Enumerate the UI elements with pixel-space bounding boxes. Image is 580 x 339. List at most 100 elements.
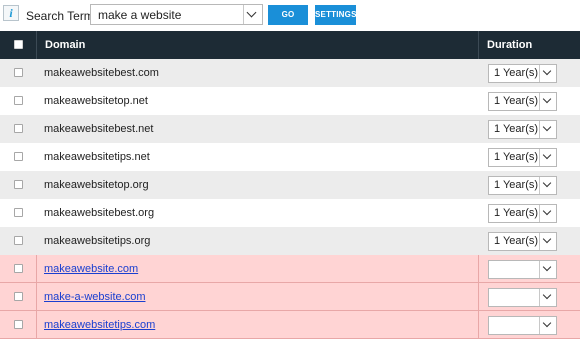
chevron-down-icon[interactable] xyxy=(246,7,257,18)
select-separator xyxy=(539,317,540,334)
table-header: Domain Duration xyxy=(0,31,580,59)
search-toolbar: i Search Term: GO SETTINGS xyxy=(0,0,580,30)
select-separator xyxy=(539,121,540,138)
chevron-down-icon[interactable] xyxy=(542,150,552,160)
column-divider xyxy=(478,87,479,115)
duration-select[interactable]: 1 Year(s) xyxy=(488,92,557,111)
row-checkbox-cell xyxy=(0,283,36,310)
row-checkbox-cell xyxy=(0,115,36,143)
column-divider xyxy=(36,143,37,171)
duration-select[interactable]: 1 Year(s) xyxy=(488,64,557,83)
info-icon[interactable]: i xyxy=(3,5,19,21)
row-checkbox-cell xyxy=(0,199,36,227)
domain-results-table: Domain Duration makeawebsitebest.com 1 Ye… xyxy=(0,31,580,339)
taken-domain-row: makeawebsite.com xyxy=(0,255,580,283)
header-checkbox-cell xyxy=(0,31,36,59)
domain-name: makeawebsitetop.net xyxy=(44,95,148,107)
row-checkbox[interactable] xyxy=(14,292,23,301)
go-button[interactable]: GO xyxy=(268,5,308,25)
row-checkbox[interactable] xyxy=(14,68,23,77)
duration-select[interactable]: 1 Year(s) xyxy=(488,232,557,251)
chevron-down-icon[interactable] xyxy=(542,66,552,76)
select-all-checkbox[interactable] xyxy=(14,40,23,49)
search-term-label: Search Term: xyxy=(26,9,98,23)
duration-select[interactable] xyxy=(488,316,557,335)
row-checkbox[interactable] xyxy=(14,180,23,189)
domain-link[interactable]: makeawebsitetips.com xyxy=(44,311,155,339)
chevron-down-icon[interactable] xyxy=(542,178,552,188)
column-divider xyxy=(478,59,479,87)
duration-select[interactable]: 1 Year(s) xyxy=(488,148,557,167)
column-divider xyxy=(36,199,37,227)
column-divider xyxy=(36,59,37,87)
row-checkbox-cell xyxy=(0,143,36,171)
select-separator xyxy=(539,233,540,250)
chevron-down-icon[interactable] xyxy=(542,206,552,216)
domain-name: makeawebsitebest.com xyxy=(44,67,159,79)
column-divider xyxy=(478,311,479,338)
column-divider xyxy=(478,199,479,227)
table-row: makeawebsitetop.org 1 Year(s) xyxy=(0,171,580,199)
duration-value: 1 Year(s) xyxy=(494,179,539,191)
duration-value: 1 Year(s) xyxy=(494,95,539,107)
column-divider xyxy=(478,171,479,199)
column-header-domain[interactable]: Domain xyxy=(36,31,476,59)
row-checkbox-cell xyxy=(0,59,36,87)
table-row: makeawebsitebest.com 1 Year(s) xyxy=(0,59,580,87)
search-separator xyxy=(243,5,244,24)
row-checkbox[interactable] xyxy=(14,96,23,105)
select-separator xyxy=(539,261,540,278)
column-divider xyxy=(36,311,37,338)
duration-value: 1 Year(s) xyxy=(494,151,539,163)
row-checkbox-cell xyxy=(0,311,36,338)
duration-select[interactable]: 1 Year(s) xyxy=(488,176,557,195)
table-row: makeawebsitebest.org 1 Year(s) xyxy=(0,199,580,227)
column-divider xyxy=(36,283,37,310)
row-checkbox-cell xyxy=(0,255,36,282)
column-divider xyxy=(478,143,479,171)
row-checkbox[interactable] xyxy=(14,264,23,273)
chevron-down-icon[interactable] xyxy=(542,262,552,272)
column-header-duration[interactable]: Duration xyxy=(478,31,580,59)
chevron-down-icon[interactable] xyxy=(542,122,552,132)
column-divider xyxy=(478,115,479,143)
row-checkbox[interactable] xyxy=(14,152,23,161)
duration-select[interactable]: 1 Year(s) xyxy=(488,204,557,223)
taken-domain-row: makeawebsitetips.com xyxy=(0,311,580,339)
column-divider xyxy=(478,227,479,255)
search-term-combobox[interactable] xyxy=(90,4,263,25)
duration-value: 1 Year(s) xyxy=(494,207,539,219)
column-divider xyxy=(36,171,37,199)
search-input[interactable] xyxy=(91,5,243,24)
duration-value: 1 Year(s) xyxy=(494,67,539,79)
row-checkbox-cell xyxy=(0,171,36,199)
table-row: makeawebsitebest.net 1 Year(s) xyxy=(0,115,580,143)
duration-select[interactable] xyxy=(488,288,557,307)
select-separator xyxy=(539,289,540,306)
select-separator xyxy=(539,93,540,110)
domain-link[interactable]: make-a-website.com xyxy=(44,283,145,311)
duration-value: 1 Year(s) xyxy=(494,235,539,247)
chevron-down-icon[interactable] xyxy=(542,94,552,104)
table-row: makeawebsitetop.net 1 Year(s) xyxy=(0,87,580,115)
settings-button[interactable]: SETTINGS xyxy=(315,5,356,25)
duration-select[interactable] xyxy=(488,260,557,279)
taken-domain-row: make-a-website.com xyxy=(0,283,580,311)
domain-link[interactable]: makeawebsite.com xyxy=(44,255,138,283)
row-checkbox[interactable] xyxy=(14,208,23,217)
column-divider xyxy=(36,255,37,282)
domain-name: makeawebsitebest.org xyxy=(44,207,155,219)
table-row: makeawebsitetips.net 1 Year(s) xyxy=(0,143,580,171)
row-checkbox-cell xyxy=(0,227,36,255)
row-checkbox[interactable] xyxy=(14,236,23,245)
table-row: makeawebsitetips.org 1 Year(s) xyxy=(0,227,580,255)
select-separator xyxy=(539,177,540,194)
chevron-down-icon[interactable] xyxy=(542,318,552,328)
select-separator xyxy=(539,65,540,82)
row-checkbox[interactable] xyxy=(14,124,23,133)
chevron-down-icon[interactable] xyxy=(542,234,552,244)
row-checkbox[interactable] xyxy=(14,320,23,329)
duration-select[interactable]: 1 Year(s) xyxy=(488,120,557,139)
chevron-down-icon[interactable] xyxy=(542,290,552,300)
select-separator xyxy=(539,205,540,222)
